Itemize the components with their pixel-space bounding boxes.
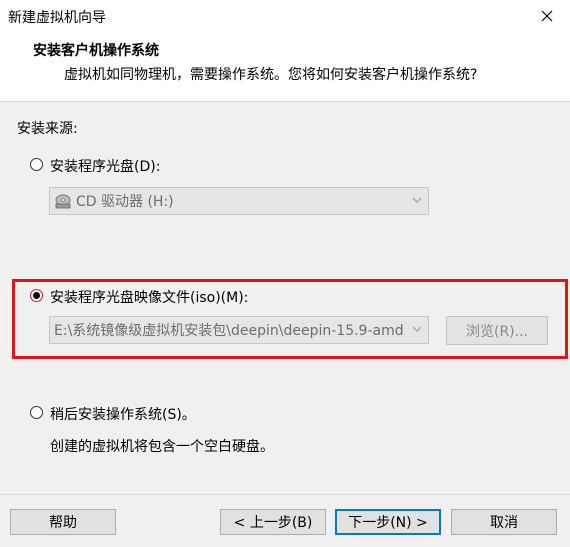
cancel-button[interactable]: 取消 bbox=[451, 509, 557, 535]
page-subtitle: 虚拟机如同物理机，需要操作系统。您将如何安装客户机操作系统? bbox=[64, 67, 478, 83]
disc-drive-select[interactable]: CD 驱动器 (H:) bbox=[49, 187, 429, 215]
close-icon bbox=[541, 10, 553, 21]
radio-install-disc[interactable] bbox=[30, 158, 43, 171]
iso-path-value: E:\系统镜像级虚拟机安装包\deepin\deepin-15.9-amd64 bbox=[54, 323, 404, 339]
option-install-later-label[interactable]: 稍后安装操作系统(S)。 bbox=[50, 404, 196, 424]
close-button[interactable] bbox=[524, 0, 570, 31]
chevron-down-icon bbox=[412, 326, 422, 332]
page-title: 安装客户机操作系统 bbox=[33, 43, 159, 59]
disc-drive-value: CD 驱动器 (H:) bbox=[76, 194, 174, 210]
browse-button[interactable]: 浏览(R)... bbox=[446, 316, 548, 345]
help-button[interactable]: 帮助 bbox=[10, 509, 116, 535]
wizard-header: 安装客户机操作系统 虚拟机如同物理机，需要操作系统。您将如何安装客户机操作系统? bbox=[0, 31, 570, 102]
install-later-description: 创建的虚拟机将包含一个空白硬盘。 bbox=[50, 439, 274, 455]
chevron-down-icon bbox=[412, 197, 422, 203]
option-install-iso-label[interactable]: 安装程序光盘映像文件(iso)(M): bbox=[50, 287, 248, 307]
radio-install-later[interactable] bbox=[30, 406, 43, 419]
install-source-label: 安装来源: bbox=[17, 121, 78, 137]
cd-drive-icon bbox=[55, 194, 71, 209]
wizard-footer: 帮助 < 上一步(B) 下一步(N) > 取消 bbox=[0, 494, 570, 547]
window-title: 新建虚拟机向导 bbox=[8, 10, 106, 26]
title-bar: 新建虚拟机向导 bbox=[0, 0, 570, 31]
iso-path-input[interactable]: E:\系统镜像级虚拟机安装包\deepin\deepin-15.9-amd64 bbox=[49, 316, 429, 344]
radio-install-iso[interactable] bbox=[30, 289, 43, 302]
next-button[interactable]: 下一步(N) > bbox=[335, 509, 441, 535]
option-install-disc-label[interactable]: 安装程序光盘(D): bbox=[50, 156, 160, 176]
back-button[interactable]: < 上一步(B) bbox=[220, 509, 326, 535]
